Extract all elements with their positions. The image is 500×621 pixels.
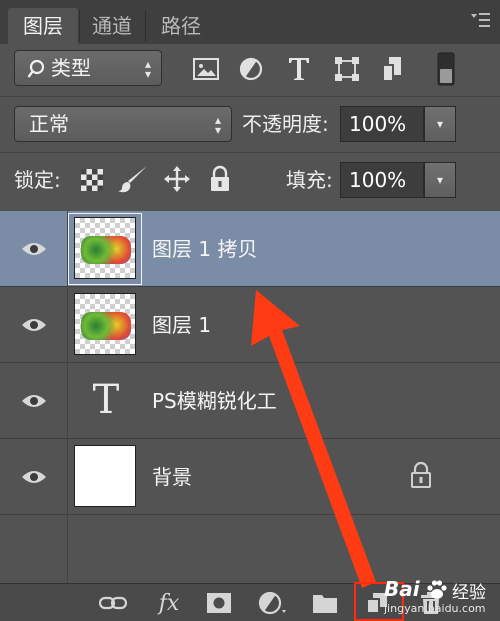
layer-name[interactable]: 背景	[152, 439, 192, 515]
smart-object-filter-icon[interactable]	[380, 54, 406, 84]
baidu-jingyan-watermark: Bai 经验 jingyan.baidu.com	[384, 575, 496, 621]
adjustment-filter-icon[interactable]	[238, 56, 264, 82]
thumbnail-image	[81, 312, 131, 340]
fill-input[interactable]: 100%	[340, 162, 424, 198]
column-divider	[67, 515, 68, 583]
tab-divider	[145, 10, 146, 42]
watermark-logo: Bai	[384, 577, 420, 601]
divider	[0, 152, 500, 153]
opacity-dropdown-button[interactable]: ▾	[424, 106, 456, 142]
blend-mode-select[interactable]: 正常 ▴ ▾	[14, 106, 232, 142]
filter-toggle-icon[interactable]	[436, 52, 456, 86]
tab-layers[interactable]: 图层	[8, 8, 78, 44]
thumbnail-image	[81, 236, 131, 264]
divider	[0, 96, 500, 97]
select-arrows-icon: ▴ ▾	[214, 113, 221, 137]
type-filter-icon[interactable]	[286, 54, 312, 84]
layer-mask-icon[interactable]	[204, 590, 234, 616]
adjustment-layer-icon[interactable]	[256, 590, 290, 616]
layer-row[interactable]: 背景	[0, 439, 500, 515]
new-group-icon[interactable]	[310, 590, 340, 616]
fill-label: 填充:	[286, 168, 333, 192]
link-layers-icon[interactable]	[98, 590, 128, 616]
layer-row[interactable]: 图层 1	[0, 287, 500, 363]
tab-paths[interactable]: 路径	[148, 8, 214, 44]
lock-label: 锁定:	[14, 168, 61, 192]
lock-transparent-pixels-icon[interactable]	[80, 168, 104, 192]
layer-row[interactable]: T PS模糊锐化工	[0, 363, 500, 439]
layer-visibility-toggle[interactable]	[0, 211, 68, 287]
layers-panel: 图层 通道 路径 类型 ▴ ▾ 正常 ▴ ▾ 不透明度: 100% ▾ 锁定: …	[0, 0, 500, 621]
layers-list: 图层 1 拷贝 图层 1 T PS模糊锐化工 背景	[0, 211, 500, 583]
lock-position-move-icon[interactable]	[162, 164, 192, 194]
filter-kind-label: 类型	[51, 56, 91, 80]
blend-mode-label: 正常	[29, 112, 69, 136]
select-arrows-icon: ▴ ▾	[144, 57, 151, 81]
eye-icon	[21, 243, 46, 255]
layer-name[interactable]: 图层 1 拷贝	[152, 211, 257, 287]
text-layer-icon: T	[92, 377, 120, 423]
eye-icon	[21, 319, 46, 331]
layer-visibility-toggle[interactable]	[0, 363, 68, 439]
layer-name[interactable]: 图层 1	[152, 287, 211, 363]
panel-menu-icon[interactable]	[468, 12, 492, 32]
tab-channels[interactable]: 通道	[80, 8, 144, 44]
layer-visibility-toggle[interactable]	[0, 439, 68, 515]
layer-lock-icon[interactable]	[410, 461, 438, 493]
panel-tab-bar: 图层 通道 路径	[0, 0, 500, 44]
shape-filter-icon[interactable]	[334, 56, 360, 82]
layer-name[interactable]: PS模糊锐化工	[152, 363, 277, 439]
eye-icon	[21, 471, 46, 483]
watermark-text: 经验	[452, 583, 486, 603]
opacity-input[interactable]: 100%	[340, 106, 424, 142]
layer-thumbnail	[74, 217, 136, 279]
filter-kind-select[interactable]: 类型 ▴ ▾	[14, 50, 162, 86]
layer-row[interactable]: 图层 1 拷贝	[0, 211, 500, 287]
layer-thumbnail	[74, 293, 136, 355]
layer-visibility-toggle[interactable]	[0, 287, 68, 363]
lock-image-pixels-brush-icon[interactable]	[116, 164, 150, 194]
search-icon	[27, 57, 45, 91]
eye-icon	[21, 395, 46, 407]
fill-dropdown-button[interactable]: ▾	[424, 162, 456, 198]
lock-all-icon[interactable]	[208, 164, 232, 194]
fx-icon[interactable]: fx	[152, 590, 186, 616]
opacity-label: 不透明度:	[242, 112, 329, 136]
layer-thumbnail	[74, 445, 136, 507]
image-filter-icon[interactable]	[192, 56, 220, 82]
watermark-url: jingyan.baidu.com	[384, 602, 486, 615]
